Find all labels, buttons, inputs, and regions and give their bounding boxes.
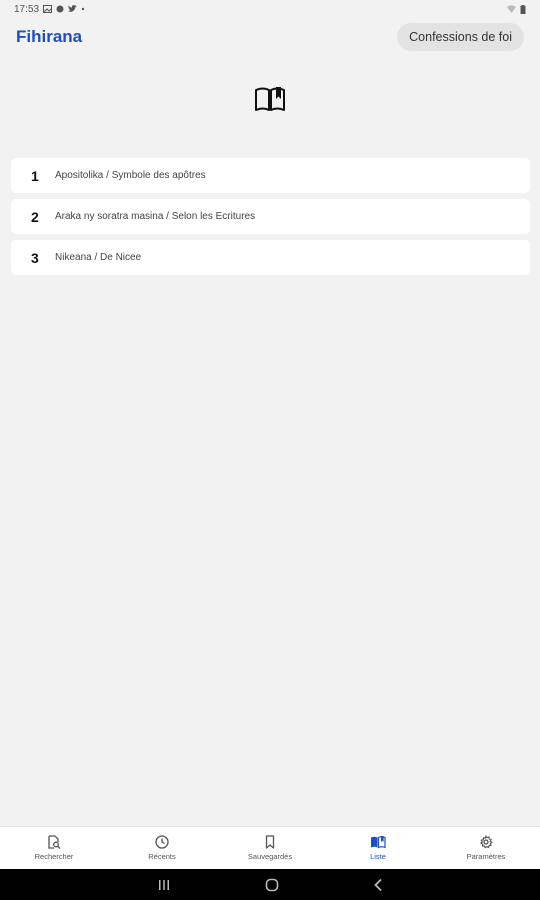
twitter-icon (68, 5, 78, 12)
battery-icon (520, 4, 526, 14)
category-chip[interactable]: Confessions de foi (397, 23, 524, 51)
recent-apps-icon[interactable] (157, 879, 171, 891)
back-icon[interactable] (373, 878, 383, 892)
bottom-nav: Rechercher Récents Sauvegardés Liste Par… (0, 826, 540, 869)
nav-label: Récents (148, 852, 176, 861)
home-icon[interactable] (265, 878, 279, 892)
status-time: 17:53 (14, 3, 40, 15)
app-header: Fihirana Confessions de foi (0, 18, 540, 56)
wifi-icon (507, 5, 516, 13)
clock-icon (155, 835, 169, 849)
bookmark-icon (265, 835, 275, 849)
nav-label: Rechercher (34, 852, 74, 861)
book-list-icon (371, 836, 386, 849)
nav-label: Liste (370, 852, 386, 861)
status-bar: 17:53 (0, 0, 540, 18)
nav-label: Sauvegardés (247, 852, 293, 861)
item-number: 3 (31, 249, 39, 266)
nav-item-settings[interactable]: Paramètres (432, 827, 540, 869)
system-nav-bar (0, 869, 540, 900)
status-left: 17:53 (14, 4, 85, 15)
status-right (507, 4, 526, 14)
item-number: 1 (31, 167, 39, 184)
open-book-icon (255, 87, 285, 111)
nav-item-recent[interactable]: Récents (108, 827, 216, 869)
nav-item-saved[interactable]: Sauvegardés (216, 827, 324, 869)
app-title: Fihirana (16, 27, 83, 46)
list-item[interactable]: 1 Apositolika / Symbole des apôtres (11, 158, 530, 193)
confessions-list: 1 Apositolika / Symbole des apôtres 2 Ar… (11, 158, 530, 275)
item-label: Nikeana / De Nicee (55, 252, 142, 263)
search-document-icon (48, 835, 61, 849)
list-item[interactable]: 3 Nikeana / De Nicee (11, 240, 530, 275)
gear-icon (480, 835, 493, 849)
list-item[interactable]: 2 Araka ny soratra masina / Selon les Ec… (11, 199, 530, 234)
gallery-icon (43, 5, 53, 13)
item-label: Apositolika / Symbole des apôtres (55, 170, 206, 181)
nav-item-list[interactable]: Liste (324, 827, 432, 869)
item-number: 2 (31, 208, 39, 225)
dot-icon (81, 7, 85, 11)
item-label: Araka ny soratra masina / Selon les Ecri… (55, 211, 256, 222)
circle-icon (56, 5, 64, 13)
nav-label: Paramètres (466, 852, 506, 861)
nav-item-search[interactable]: Rechercher (0, 827, 108, 869)
